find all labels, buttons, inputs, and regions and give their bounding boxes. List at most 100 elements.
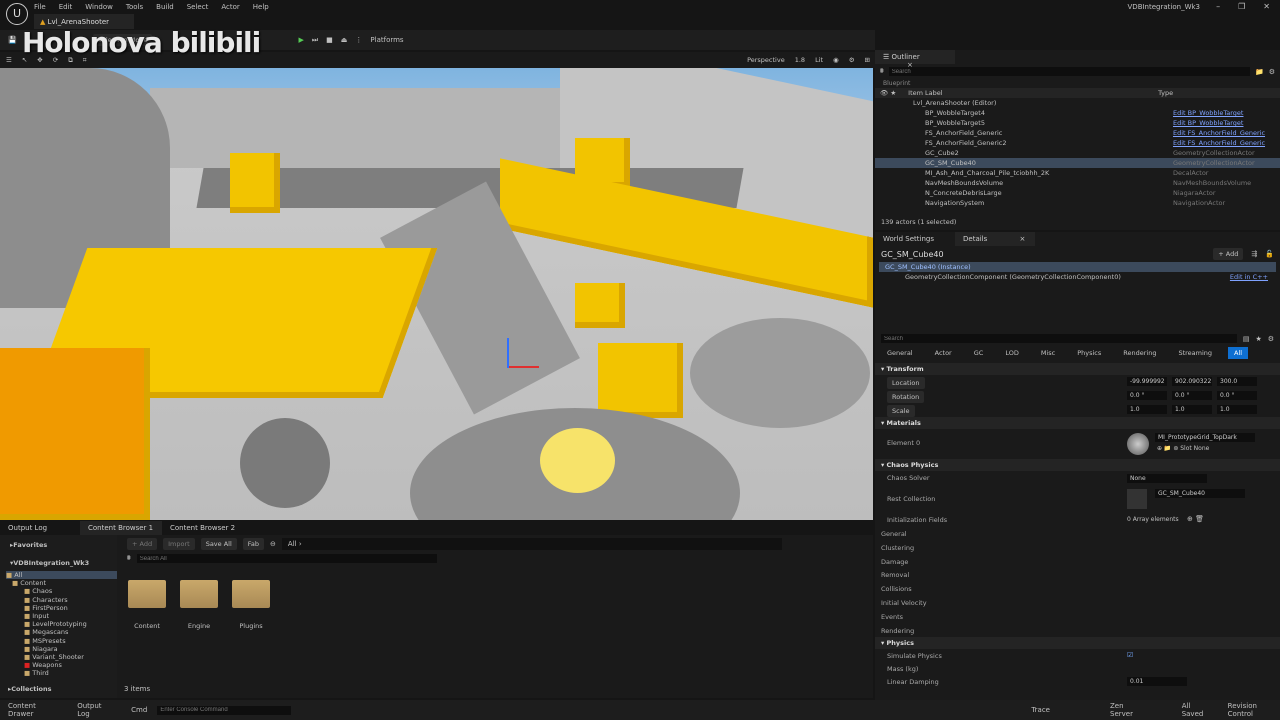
close-icon[interactable]: ×: [1020, 235, 1026, 243]
filter-icon[interactable]: ⩩: [127, 554, 131, 563]
edit-blueprint-link[interactable]: Edit BP_WobbleTarget: [1173, 119, 1243, 127]
minimize-icon[interactable]: –: [1216, 2, 1220, 11]
col-type[interactable]: Type: [1158, 89, 1173, 97]
tree-folder[interactable]: ■ MSPresets: [6, 637, 117, 645]
menu-actor[interactable]: Actor: [221, 3, 239, 11]
tree-folder[interactable]: ■ FirstPerson: [6, 604, 117, 612]
gizmo-x-axis[interactable]: [509, 366, 539, 368]
level-viewport[interactable]: [0, 68, 873, 520]
lit-dropdown[interactable]: Lit: [815, 56, 823, 64]
outliner-row[interactable]: GC_SM_Cube40 GeometryCollectionActor: [875, 158, 1280, 168]
edit-blueprint-link[interactable]: Edit FS_AnchorField_Generic: [1173, 129, 1265, 137]
cmd-dropdown[interactable]: Cmd: [131, 706, 147, 714]
more-icon[interactable]: ⋮: [355, 36, 362, 44]
menu-help[interactable]: Help: [253, 3, 269, 11]
category-misc[interactable]: Misc: [1035, 347, 1061, 359]
menu-window[interactable]: Window: [85, 3, 113, 11]
import-button[interactable]: Import: [163, 538, 195, 550]
section-clustering[interactable]: Clustering: [875, 541, 1280, 555]
add-button[interactable]: + Add: [127, 538, 158, 550]
outliner-row[interactable]: GC_Cube2 GeometryCollectionActor: [875, 148, 1280, 158]
outliner-search-input[interactable]: [888, 67, 1250, 76]
menu-file[interactable]: File: [34, 3, 46, 11]
scale-z-input[interactable]: 1.0: [1217, 405, 1257, 414]
fab-button[interactable]: Fab: [242, 538, 265, 550]
scale-dropdown[interactable]: Scale: [887, 405, 915, 417]
add-element-icon[interactable]: ⊕ 🗑: [1187, 515, 1204, 523]
menu-edit[interactable]: Edit: [59, 3, 73, 11]
linear-damping-input[interactable]: 0.01: [1127, 677, 1187, 687]
tab-content-browser-1[interactable]: Content Browser 1: [80, 521, 162, 535]
outliner-row[interactable]: BP_WobbleTarget5 Edit BP_WobbleTarget: [875, 118, 1280, 128]
scale-x-input[interactable]: 1.0: [1127, 405, 1167, 414]
all-saved-button[interactable]: All Saved: [1182, 702, 1212, 718]
rotation-y-input[interactable]: 0.0 °: [1172, 391, 1212, 400]
viewport-menu-icon[interactable]: ☰: [6, 56, 12, 64]
menu-tools[interactable]: Tools: [126, 3, 143, 11]
tree-folder[interactable]: ■ Chaos: [6, 587, 117, 595]
path-root[interactable]: All: [288, 540, 297, 548]
outliner-row[interactable]: MI_Ash_And_Charcoal_Pile_tciobhh_2K Decal…: [875, 168, 1280, 178]
rotation-dropdown[interactable]: Rotation: [887, 391, 925, 403]
section-collisions[interactable]: Collisions: [875, 582, 1280, 596]
filter-icon[interactable]: ⩩: [880, 67, 884, 76]
component-row[interactable]: GeometryCollectionComponent (GeometryCol…: [875, 272, 1280, 282]
section-damage[interactable]: Damage: [875, 555, 1280, 569]
category-rendering[interactable]: Rendering: [1117, 347, 1162, 359]
blueprint-icon[interactable]: ⇶: [1251, 250, 1257, 258]
rotation-z-input[interactable]: 0.0 °: [1217, 391, 1257, 400]
material-thumbnail[interactable]: [1127, 433, 1149, 455]
revision-control-button[interactable]: Revision Control: [1228, 702, 1280, 718]
slot-value[interactable]: None: [1194, 445, 1210, 452]
section-transform[interactable]: ▾ Transform: [875, 363, 1280, 375]
col-item-label[interactable]: Item Label: [908, 89, 1158, 97]
tab-outliner[interactable]: ☰ Outliner ×: [875, 50, 955, 69]
lock-icon[interactable]: 🔓: [1265, 250, 1274, 258]
table-icon[interactable]: ▤: [1243, 335, 1250, 343]
tab-details[interactable]: Details ×: [955, 232, 1035, 246]
folder-tile[interactable]: Content: [128, 580, 166, 630]
location-dropdown[interactable]: Location: [887, 377, 925, 389]
section-physics[interactable]: ▾ Physics: [875, 637, 1280, 650]
content-drawer-button[interactable]: Content Drawer: [8, 702, 59, 718]
category-gc[interactable]: GC: [968, 347, 990, 359]
category-physics[interactable]: Physics: [1071, 347, 1107, 359]
scale-y-input[interactable]: 1.0: [1172, 405, 1212, 414]
location-z-input[interactable]: 300.0: [1217, 377, 1257, 386]
settings-icon[interactable]: ⚙: [1269, 68, 1275, 76]
tab-output-log[interactable]: Output Log: [0, 521, 80, 535]
save-icon[interactable]: 💾: [8, 36, 17, 44]
tab-world-settings[interactable]: World Settings: [875, 232, 955, 246]
gizmo-z-axis[interactable]: [507, 338, 509, 368]
category-all[interactable]: All: [1228, 347, 1249, 359]
content-search-input[interactable]: [136, 554, 437, 563]
project-header[interactable]: ▾ VDBIntegration_Wk3: [0, 555, 117, 571]
folder-tile[interactable]: Engine: [180, 580, 218, 630]
tree-folder[interactable]: ■ Megascans: [6, 628, 117, 636]
menu-select[interactable]: Select: [187, 3, 209, 11]
outliner-row[interactable]: NavMeshBoundsVolume NavMeshBoundsVolume: [875, 178, 1280, 188]
step-icon[interactable]: ⏭: [312, 36, 318, 45]
category-lod[interactable]: LOD: [999, 347, 1025, 359]
perspective-dropdown[interactable]: Perspective: [747, 56, 785, 64]
instance-row[interactable]: GC_SM_Cube40 (Instance): [879, 262, 1276, 272]
material-dropdown[interactable]: MI_PrototypeGrid_TopDark: [1155, 433, 1255, 442]
outliner-row[interactable]: FS_AnchorField_Generic Edit FS_AnchorFiel…: [875, 128, 1280, 138]
section-materials[interactable]: ▾ Materials: [875, 417, 1280, 429]
category-general[interactable]: General: [881, 347, 919, 359]
section-rendering[interactable]: Rendering: [875, 624, 1280, 638]
filter-chip[interactable]: Blueprint: [875, 79, 1280, 88]
section-chaos-physics[interactable]: ▾ Chaos Physics: [875, 459, 1280, 471]
rest-collection-dropdown[interactable]: GC_SM_Cube40: [1155, 489, 1245, 498]
edit-blueprint-link[interactable]: Edit FS_AnchorField_Generic: [1173, 139, 1265, 147]
console-input[interactable]: [157, 705, 292, 715]
location-x-input[interactable]: -99.999992: [1127, 377, 1167, 386]
location-y-input[interactable]: 902.090322: [1172, 377, 1212, 386]
outliner-row[interactable]: FS_AnchorField_Generic2 Edit FS_AnchorFie…: [875, 138, 1280, 148]
camera-speed[interactable]: 1.8: [795, 56, 805, 64]
section-removal[interactable]: Removal: [875, 568, 1280, 582]
edit-blueprint-link[interactable]: Edit BP_WobbleTarget: [1173, 109, 1243, 117]
star-icon[interactable]: ★: [1255, 335, 1261, 343]
history-back-icon[interactable]: ⊖: [270, 540, 276, 548]
outliner-root[interactable]: Lvl_ArenaShooter (Editor): [875, 98, 1280, 108]
